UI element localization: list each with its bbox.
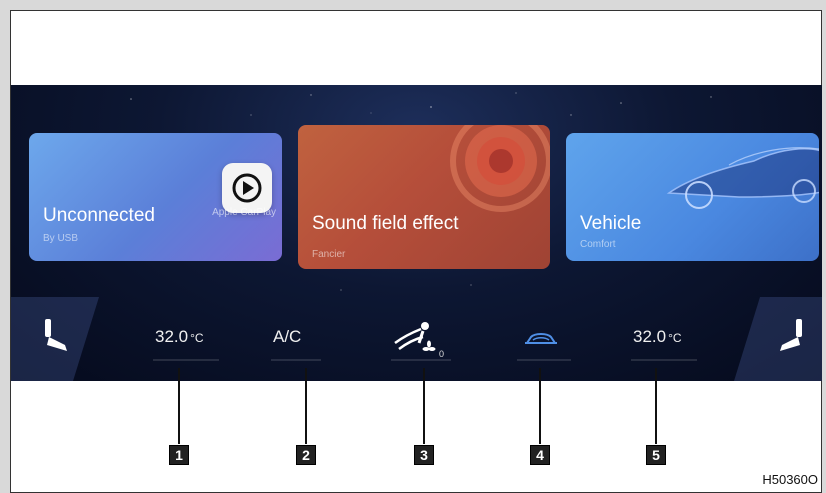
air-recirculation-icon: [525, 333, 557, 344]
vehicle-card[interactable]: Vehicle Comfort: [566, 133, 819, 261]
figure-code: H50360O: [762, 472, 818, 487]
callout-line-4: [539, 368, 541, 444]
infotainment-screen: Apple CarPlay Unconnected By USB Sound f…: [11, 85, 822, 381]
ac-button[interactable]: A/C: [273, 327, 301, 347]
callout-line-1: [178, 368, 180, 444]
car-icon: [666, 147, 819, 209]
right-temperature[interactable]: 32.0 °C: [633, 327, 682, 347]
callout-badge-5: 5: [646, 445, 666, 465]
carplay-connection-type: By USB: [43, 233, 79, 244]
vehicle-title: Vehicle: [580, 213, 642, 234]
right-temperature-unit: °C: [668, 331, 682, 345]
sound-field-card[interactable]: Sound field effect Fancier: [298, 125, 550, 269]
callout-badge-4: 4: [530, 445, 550, 465]
recirculation-button[interactable]: [523, 329, 559, 349]
sound-field-mode: Fancier: [312, 249, 346, 260]
vehicle-mode: Comfort: [580, 239, 616, 250]
callout-line-3: [423, 368, 425, 444]
carplay-brand-label: Apple CarPlay: [212, 207, 276, 218]
fan-level: 0: [439, 349, 445, 359]
left-temperature[interactable]: 32.0 °C: [155, 327, 204, 347]
recirculation-underline: [517, 359, 571, 361]
speaker-icon: [450, 125, 550, 212]
carplay-status: Unconnected: [43, 205, 155, 226]
callout-line-2: [305, 368, 307, 444]
callout-badge-1: 1: [169, 445, 189, 465]
ac-underline: [271, 359, 321, 361]
callout-badge-2: 2: [296, 445, 316, 465]
fan-underline: [391, 359, 451, 361]
ac-label: A/C: [273, 327, 302, 346]
callout-line-5: [655, 368, 657, 444]
right-temperature-value: 32.0: [633, 327, 667, 346]
climate-control-bar: 32.0 °C A/C 0 32.0 °C: [11, 297, 822, 381]
left-temperature-value: 32.0: [155, 327, 189, 346]
left-temperature-underline: [153, 359, 219, 361]
airflow-fan-icon: [394, 322, 436, 351]
fan-speed-control[interactable]: 0: [393, 317, 444, 359]
left-temperature-unit: °C: [190, 331, 204, 345]
callout-badge-3: 3: [414, 445, 434, 465]
right-temperature-underline: [631, 359, 697, 361]
carplay-icon[interactable]: [222, 163, 272, 213]
sound-field-title: Sound field effect: [312, 213, 459, 234]
carplay-card[interactable]: Apple CarPlay Unconnected By USB: [29, 133, 282, 261]
